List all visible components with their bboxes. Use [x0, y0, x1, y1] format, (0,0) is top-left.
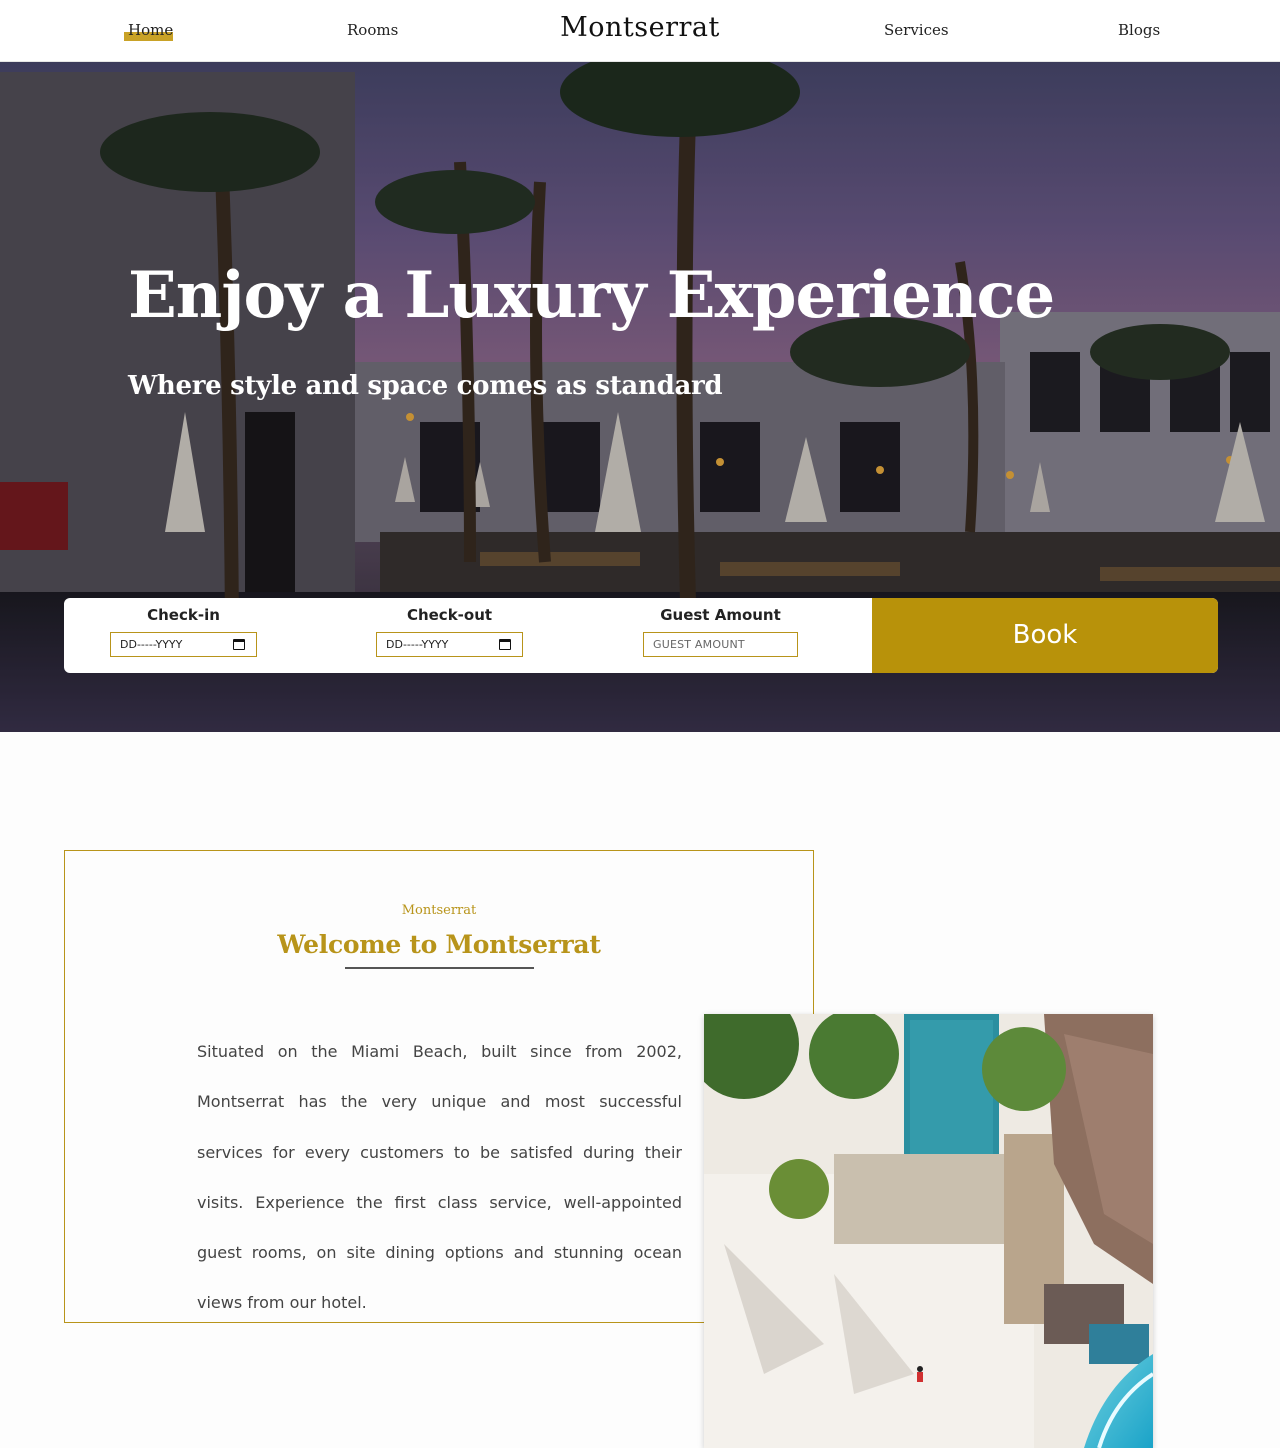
checkin-date-input[interactable]: DD-----YYYY — [110, 632, 257, 657]
calendar-icon[interactable] — [499, 639, 511, 650]
booking-form: Check-in DD-----YYYY Check-out DD-----YY… — [64, 598, 1218, 673]
checkout-date-input[interactable]: DD-----YYYY — [376, 632, 523, 657]
guest-amount-field: Guest Amount GUEST AMOUNT — [643, 606, 798, 657]
welcome-eyebrow: Montserrat — [401, 903, 477, 918]
checkout-field: Check-out DD-----YYYY — [376, 606, 523, 657]
top-navigation: Home Rooms Montserrat Services Blogs — [0, 0, 1280, 62]
hero-title: Enjoy a Luxury Experience — [128, 258, 1055, 333]
hero-section: Enjoy a Luxury Experience Where style an… — [0, 62, 1280, 732]
nav-services-link[interactable]: Services — [884, 21, 949, 39]
book-button[interactable]: Book — [872, 598, 1218, 673]
checkout-label: Check-out — [406, 606, 493, 624]
title-underline-divider — [345, 967, 534, 969]
hero-subtitle: Where style and space comes as standard — [128, 371, 723, 401]
nav-blogs-link[interactable]: Blogs — [1118, 21, 1160, 39]
guest-amount-label: Guest Amount — [660, 606, 781, 624]
checkin-date-value: DD-----YYYY — [120, 638, 183, 651]
welcome-description: Situated on the Miami Beach, built since… — [197, 1042, 682, 1313]
checkin-field: Check-in DD-----YYYY — [110, 606, 257, 657]
beach-aerial-photo — [704, 1014, 1153, 1448]
guest-amount-input[interactable]: GUEST AMOUNT — [643, 632, 798, 657]
checkout-date-value: DD-----YYYY — [386, 638, 449, 651]
calendar-icon[interactable] — [233, 639, 245, 650]
checkin-label: Check-in — [147, 606, 220, 624]
brand-logo[interactable]: Montserrat — [0, 12, 1280, 43]
welcome-title: Welcome to Montserrat — [277, 930, 601, 959]
